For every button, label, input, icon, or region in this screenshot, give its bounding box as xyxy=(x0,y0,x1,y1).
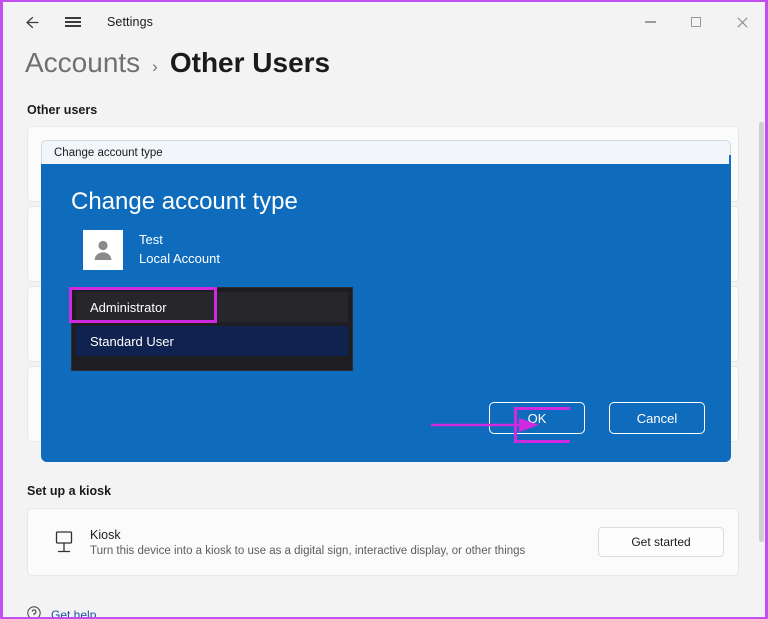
dialog-heading: Change account type xyxy=(71,188,298,215)
section-heading-other-users: Other users xyxy=(27,103,98,117)
user-name: Test xyxy=(139,232,163,248)
avatar-glyph xyxy=(94,240,112,260)
kiosk-card: Kiosk Turn this device into a kiosk to u… xyxy=(27,508,739,576)
close-glyph xyxy=(736,16,748,28)
breadcrumb-separator-icon: › xyxy=(152,57,158,76)
hamburger-lines xyxy=(65,14,81,29)
user-info: Test Local Account xyxy=(139,231,220,269)
dropdown-option-standard-user[interactable]: Standard User xyxy=(76,326,348,356)
get-help-label: Get help xyxy=(51,607,97,619)
maximize-icon[interactable] xyxy=(673,5,719,39)
dialog-action-buttons: OK Cancel xyxy=(489,402,705,434)
dialog-titlebar-label: Change account type xyxy=(54,146,163,159)
kiosk-title: Kiosk xyxy=(90,527,121,542)
dialog-titlebar: Change account type xyxy=(41,140,731,167)
get-help-link[interactable]: Get help xyxy=(27,606,97,619)
get-started-button[interactable]: Get started xyxy=(598,527,724,557)
change-account-type-dialog: Change account type Test Local Account A… xyxy=(41,164,731,462)
user-account-type: Local Account xyxy=(139,251,220,266)
user-avatar-icon xyxy=(83,230,123,270)
account-type-dropdown-list[interactable]: Administrator Standard User xyxy=(71,287,353,371)
vertical-scrollbar[interactable] xyxy=(759,122,764,542)
breadcrumb-parent[interactable]: Accounts xyxy=(25,47,140,79)
minimize-icon[interactable] xyxy=(627,5,673,39)
dropdown-option-administrator[interactable]: Administrator xyxy=(76,292,348,322)
hamburger-menu-icon[interactable] xyxy=(53,6,93,38)
help-question-icon xyxy=(27,606,41,617)
kiosk-text-block: Kiosk Turn this device into a kiosk to u… xyxy=(90,528,598,557)
breadcrumb: Accounts › Other Users xyxy=(25,47,330,79)
app-window: Settings Accounts › Other Users Other us… xyxy=(0,0,768,619)
help-glyph xyxy=(27,606,41,617)
ok-button[interactable]: OK xyxy=(489,402,585,434)
window-titlebar: Settings xyxy=(3,2,765,42)
cancel-button[interactable]: Cancel xyxy=(609,402,705,434)
back-arrow-icon[interactable] xyxy=(11,6,51,38)
page-title: Other Users xyxy=(169,47,331,78)
section-heading-kiosk: Set up a kiosk xyxy=(27,484,112,498)
kiosk-glyph xyxy=(55,531,73,553)
kiosk-description: Turn this device into a kiosk to use as … xyxy=(90,544,526,557)
kiosk-sign-icon xyxy=(42,530,86,554)
app-title: Settings xyxy=(107,15,153,29)
window-controls xyxy=(627,2,765,42)
back-arrow-glyph xyxy=(25,16,39,28)
user-row: Test Local Account xyxy=(83,230,220,270)
close-icon[interactable] xyxy=(719,5,765,39)
